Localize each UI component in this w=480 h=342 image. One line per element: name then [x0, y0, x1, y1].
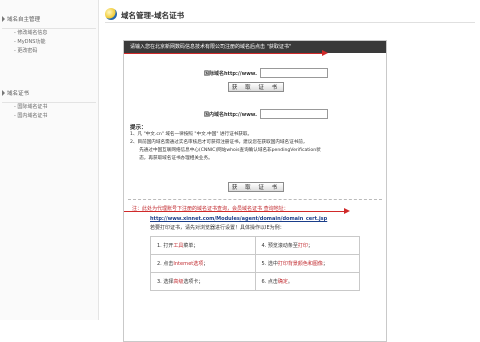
sidebar-item-mydns[interactable]: - MyDNS功能 [0, 38, 98, 47]
step-cell: 6. 点击确定。 [254, 272, 360, 291]
sidebar-group-label: 域名证书 [7, 90, 30, 97]
sidebar-item-change-password[interactable]: - 更改密码 [0, 47, 98, 56]
annotation-underline [124, 53, 324, 54]
cn-domain-row: 国内域名http://www. [204, 109, 329, 119]
step-cell: 3. 选择高级选项卡； [150, 272, 256, 291]
get-certificate-button-secondary[interactable]: 获 取 证 书 [228, 182, 284, 192]
sidebar-item-cn-certificate[interactable]: - 国内域名证书 [0, 112, 98, 121]
cn-domain-input[interactable] [260, 109, 329, 119]
intl-domain-row: 国际域名http://www. [204, 68, 329, 78]
arrow-right-icon [344, 208, 350, 214]
tip-line: 先通过中国互联网络信息中心(CNNIC)网站whois查询确认域名非pendin… [130, 148, 321, 153]
tip-line: 2、目前国内域名需通过实名审核后才可获得注册证书，建议您在获取国内域名证书前， [130, 140, 308, 145]
arrow-right-icon [322, 50, 328, 56]
table-row: 1. 打开工具菜单； 4. 预览滚动条至打印； [150, 236, 360, 255]
print-steps-table: 1. 打开工具菜单； 4. 预览滚动条至打印； 2. 点击Internet选项；… [150, 236, 360, 291]
sidebar-item-edit-domain-info[interactable]: - 修改域名信息 [0, 29, 98, 38]
sidebar-item-label[interactable]: 修改域名信息 [17, 30, 47, 36]
triangle-right-icon [2, 89, 5, 96]
step-cell: 2. 点击Internet选项； [150, 254, 256, 273]
step-cell: 1. 打开工具菜单； [150, 236, 256, 255]
tip-line: 态，再获取域名证书办理相关业务。 [130, 156, 213, 161]
sidebar-item-label[interactable]: MyDNS功能 [17, 39, 45, 45]
cn-domain-label: 国内域名http://www. [204, 111, 258, 118]
intl-domain-input[interactable] [260, 68, 329, 78]
get-certificate-button[interactable]: 获 取 证 书 [228, 82, 284, 92]
annotation-underline [124, 211, 346, 212]
sidebar-group-domain-certificate[interactable]: 域名证书 [0, 86, 98, 99]
instruction-banner: 请输入您在北京新网数码信息技术有限公司注册的域名后点击 "获取证书" [124, 41, 386, 53]
sidebar-item-label[interactable]: 国际域名证书 [17, 104, 47, 110]
intl-domain-label: 国际域名http://www. [204, 70, 258, 77]
member-cert-link[interactable]: http://www.xinnet.com/Modules/agent/doma… [150, 216, 327, 222]
tips-title: 提示： [130, 125, 147, 131]
certificate-panel: 请输入您在北京新网数码信息技术有限公司注册的域名后点击 "获取证书" 国际域名h… [123, 40, 387, 342]
dashed-divider [128, 199, 382, 200]
sidebar-item-label[interactable]: 国内域名证书 [17, 113, 47, 119]
table-row: 3. 选择高级选项卡； 6. 点击确定。 [150, 272, 360, 291]
tip-line: 1、凡 "中文.cn" 域名一律按照 "中文.中国" 进行证书获取。 [130, 132, 253, 137]
step-cell: 4. 预览滚动条至打印； [254, 236, 360, 255]
page-title: 域名管理-域名证书 [121, 11, 185, 20]
sidebar-group-label: 域名自主管理 [7, 16, 41, 23]
divider [105, 22, 475, 23]
globe-icon [105, 8, 117, 20]
step-cell: 5. 选中打印背景颜色和图像； [254, 254, 360, 273]
sidebar-item-intl-certificate[interactable]: - 国际域名证书 [0, 103, 98, 112]
print-note: 若要打印证书，请先对浏览器进行设置！具体操作以IE为例： [150, 225, 285, 231]
sidebar: 域名自主管理 - 修改域名信息 - MyDNS功能 - 更改密码 域名证书 - … [0, 0, 99, 320]
sidebar-group-domain-management[interactable]: 域名自主管理 [0, 12, 98, 25]
sidebar-item-label[interactable]: 更改密码 [17, 48, 37, 54]
triangle-right-icon [2, 15, 5, 22]
table-row: 2. 点击Internet选项； 5. 选中打印背景颜色和图像； [150, 254, 360, 273]
